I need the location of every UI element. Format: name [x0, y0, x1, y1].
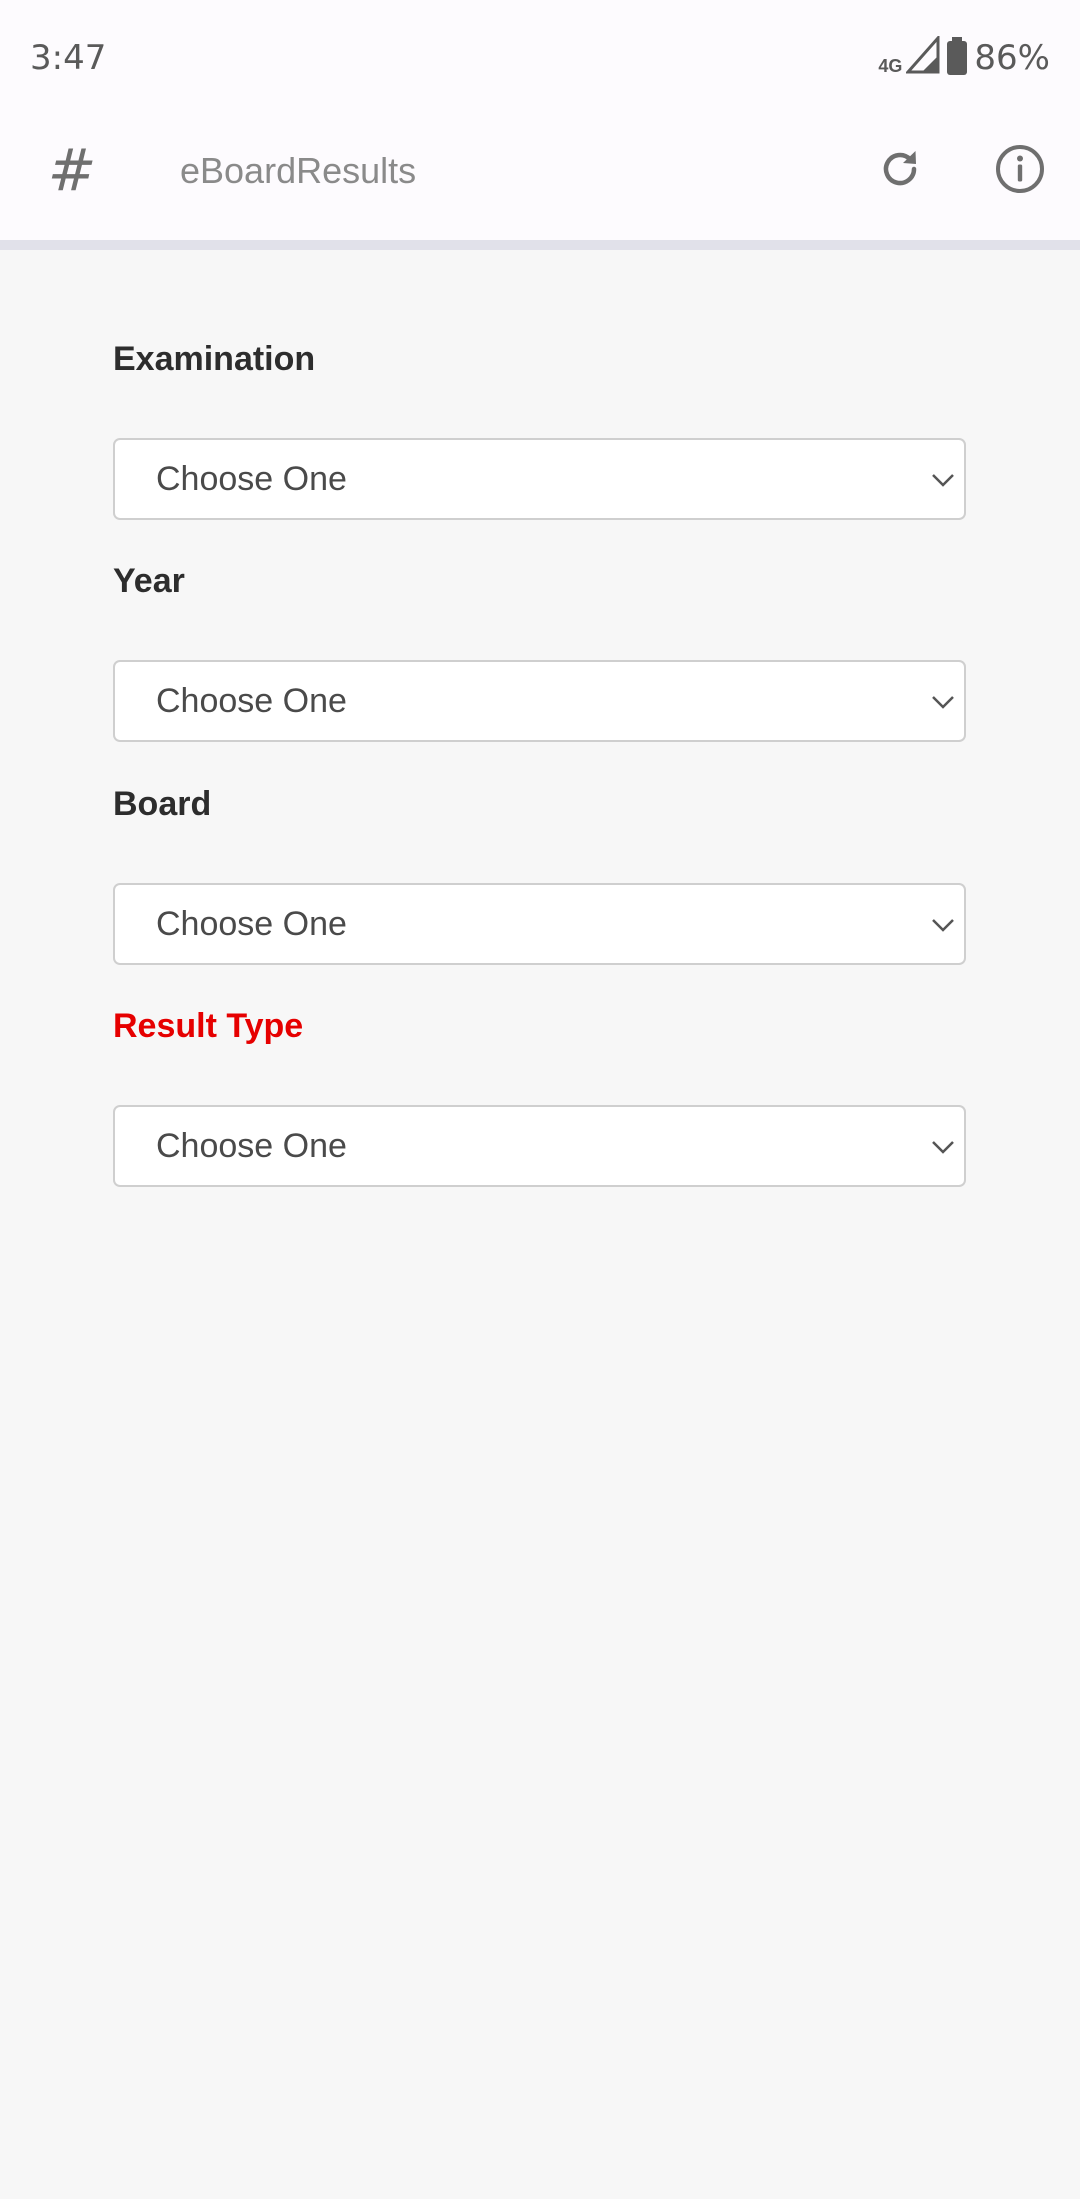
- app-title: eBoardResults: [180, 150, 417, 191]
- chevron-down-icon: [930, 1134, 956, 1160]
- board-select-value: Choose One: [156, 905, 347, 943]
- examination-select[interactable]: Choose One: [113, 438, 966, 520]
- chevron-down-icon: [930, 689, 956, 715]
- board-label: Board: [113, 785, 212, 823]
- year-select[interactable]: Choose One: [113, 660, 966, 742]
- board-select[interactable]: Choose One: [113, 883, 966, 965]
- chevron-down-icon: [930, 912, 956, 938]
- status-time: 3:47: [30, 38, 107, 78]
- app-bar-divider: [0, 240, 1080, 250]
- signal-icon: [905, 33, 940, 81]
- status-bar: 3:47 4G 86%: [0, 0, 1080, 118]
- examination-select-value: Choose One: [156, 460, 347, 498]
- info-button[interactable]: [990, 141, 1050, 201]
- year-select-value: Choose One: [156, 682, 347, 720]
- battery-percentage: 86%: [974, 38, 1050, 78]
- info-icon: [994, 143, 1046, 200]
- examination-label: Examination: [113, 340, 316, 378]
- refresh-button[interactable]: [870, 141, 930, 201]
- result-type-select[interactable]: Choose One: [113, 1105, 966, 1187]
- network-type: 4G: [878, 55, 903, 76]
- chevron-down-icon: [930, 467, 956, 493]
- battery-icon: [946, 36, 968, 81]
- year-label: Year: [113, 562, 185, 600]
- status-icons: 4G 86%: [878, 33, 1050, 81]
- menu-hash-icon[interactable]: #: [44, 130, 100, 210]
- result-type-label: Result Type: [113, 1007, 304, 1045]
- result-type-select-value: Choose One: [156, 1127, 347, 1165]
- refresh-icon: [876, 145, 924, 198]
